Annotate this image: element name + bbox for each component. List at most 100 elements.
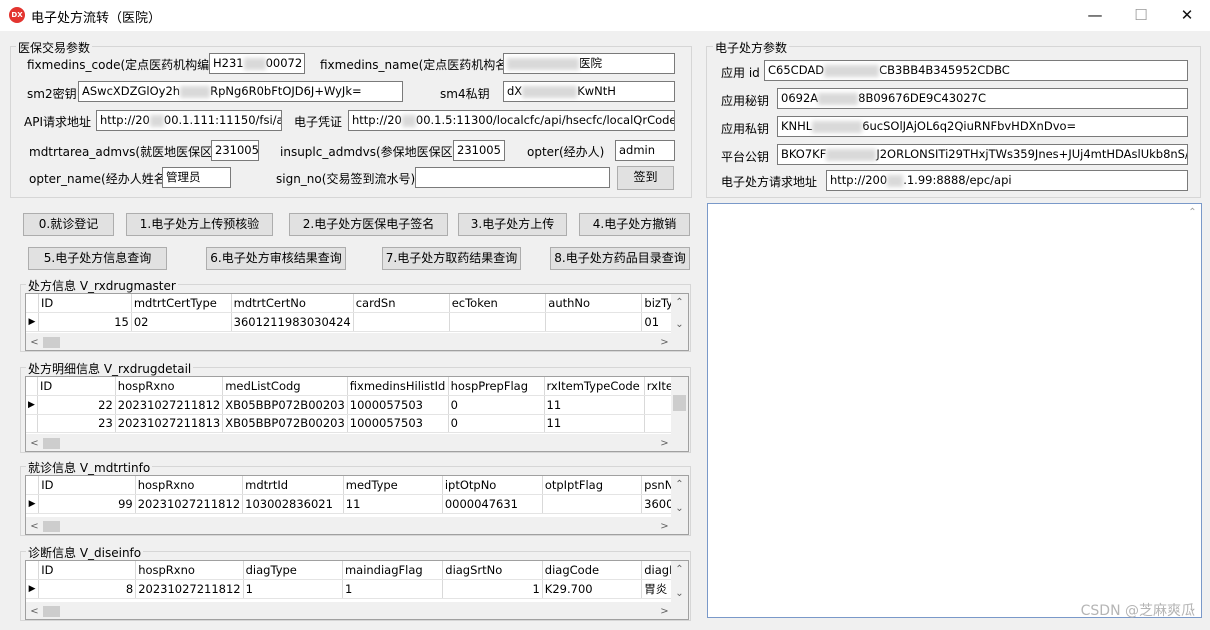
table-cell[interactable]: 1 xyxy=(342,579,444,599)
column-header[interactable]: ID xyxy=(38,476,136,495)
column-header[interactable]: ID xyxy=(38,561,137,580)
table-cell[interactable]: 3601211983030424 xyxy=(231,312,354,332)
table-cell[interactable] xyxy=(542,494,643,514)
table-cell[interactable]: 0 xyxy=(448,414,545,433)
column-header[interactable]: otpIptFlag xyxy=(542,476,643,495)
master-vscroll[interactable]: ⌃ ⌄ xyxy=(671,294,688,334)
opter-input[interactable]: admin xyxy=(615,140,675,161)
table-cell[interactable]: 15 xyxy=(38,312,132,332)
mdtrt-vscroll[interactable]: ⌃ ⌄ xyxy=(671,476,688,518)
scroll-right-icon[interactable]: > xyxy=(656,603,673,619)
api-url-input[interactable]: http://20 00.1.111:11150/fsi/api/ xyxy=(96,110,282,131)
table-cell[interactable]: 1000057503 xyxy=(347,395,449,415)
app-private-input[interactable]: KNHL 6ucSOlJAjOL6q2QiuRNFbvHDXnDvo= xyxy=(777,116,1188,137)
table-cell[interactable]: 1 xyxy=(243,579,343,599)
scroll-up-icon[interactable]: ⌃ xyxy=(671,561,688,578)
table-row[interactable]: ▶ 22 20231027211812 XB05BBP072B00203 1000057… xyxy=(26,395,688,415)
dise-grid[interactable]: ID hospRxno diagType maindiagFlag diagSrtNo d… xyxy=(25,560,689,620)
table-cell[interactable]: 1000057503 xyxy=(347,414,449,433)
credential-input[interactable]: http://20 00.1.5:11300/localcfc/api/hsecf… xyxy=(348,110,675,131)
row-selector-icon[interactable]: ▶ xyxy=(26,312,39,332)
maximize-icon[interactable]: ☐ xyxy=(1118,0,1164,31)
table-cell[interactable]: XB05BBP072B00203 xyxy=(222,414,348,433)
column-header[interactable]: medListCodg xyxy=(222,377,348,396)
erx-url-input[interactable]: http://200 .1.99:8888/epc/api xyxy=(826,170,1188,191)
table-cell[interactable]: 103002836021 xyxy=(242,494,344,514)
fixmedins-name-input[interactable]: 医院 xyxy=(503,53,675,74)
detail-hscroll-thumb[interactable] xyxy=(43,438,60,449)
scroll-left-icon[interactable]: < xyxy=(26,603,43,619)
column-header[interactable]: iptOtpNo xyxy=(442,476,543,495)
action-button-2[interactable]: 2.电子处方医保电子签名 xyxy=(289,213,448,236)
scroll-left-icon[interactable]: < xyxy=(26,518,43,534)
mdtrtarea-input[interactable]: 231005 xyxy=(211,140,259,161)
row-selector-icon[interactable]: ▶ xyxy=(26,395,38,415)
column-header[interactable]: mdtrtCertType xyxy=(131,294,232,313)
sm2-input[interactable]: ASwcXDZGlOy2h RpNg6R0bFtOJD6J+WyJk= xyxy=(78,81,403,102)
column-header[interactable]: authNo xyxy=(545,294,643,313)
column-header[interactable]: hospRxno xyxy=(135,476,244,495)
table-cell[interactable]: 20231027211812 xyxy=(135,579,244,599)
dise-hscroll[interactable]: < > xyxy=(26,602,688,619)
table-cell[interactable]: 8 xyxy=(38,579,137,599)
scroll-up-icon[interactable]: ⌃ xyxy=(671,476,688,493)
table-cell[interactable]: 1 xyxy=(442,579,543,599)
platform-pub-input[interactable]: BKO7KF J2ORLONSITi29THxjTWs359Jnes+JUj4mt… xyxy=(777,144,1188,165)
table-cell[interactable] xyxy=(353,312,450,332)
row-selector-icon[interactable] xyxy=(26,414,38,433)
table-cell[interactable]: 0 xyxy=(448,395,545,415)
action-button-4[interactable]: 4.电子处方撤销 xyxy=(579,213,690,236)
app-id-input[interactable]: C65CDAD CB3BB4B345952CDBC xyxy=(764,60,1188,81)
table-cell[interactable]: 20231027211812 xyxy=(115,395,224,415)
master-hscroll-thumb[interactable] xyxy=(43,337,60,348)
column-header[interactable]: cardSn xyxy=(353,294,450,313)
dise-hscroll-thumb[interactable] xyxy=(43,606,60,617)
table-cell[interactable]: 02 xyxy=(131,312,232,332)
action-button-6[interactable]: 6.电子处方审核结果查询 xyxy=(206,247,346,270)
table-cell[interactable] xyxy=(545,312,643,332)
scroll-right-icon[interactable]: > xyxy=(656,435,673,451)
column-header[interactable]: medType xyxy=(343,476,443,495)
scroll-down-icon[interactable]: ⌄ xyxy=(671,585,688,602)
column-header[interactable]: mdtrtId xyxy=(242,476,344,495)
table-cell[interactable]: XB05BBP072B00203 xyxy=(222,395,348,415)
table-row[interactable]: 23 20231027211813 XB05BBP072B00203 10000575… xyxy=(26,414,688,433)
log-output[interactable]: ⌃ ⌄ xyxy=(707,203,1202,618)
table-cell[interactable]: 20231027211812 xyxy=(135,494,244,514)
app-secret-input[interactable]: 0692A 8B09676DE9C43027C xyxy=(777,88,1188,109)
column-header[interactable]: diagType xyxy=(243,561,343,580)
action-button-8[interactable]: 8.电子处方药品目录查询 xyxy=(550,247,690,270)
master-grid[interactable]: ID mdtrtCertType mdtrtCertNo cardSn ecToken a… xyxy=(25,293,689,351)
column-header[interactable]: hospRxno xyxy=(135,561,244,580)
table-row[interactable]: ▶ 99 20231027211812 103002836021 11 000004763… xyxy=(26,494,688,514)
insuplc-input[interactable]: 231005 xyxy=(453,140,505,161)
dise-vscroll[interactable]: ⌃ ⌄ xyxy=(671,561,688,603)
detail-vscroll[interactable] xyxy=(671,377,688,435)
table-cell[interactable]: 0000047631 xyxy=(442,494,543,514)
opter-name-input[interactable]: 管理员 xyxy=(162,167,231,188)
table-cell[interactable]: 22 xyxy=(37,395,116,415)
log-vscroll[interactable]: ⌃ ⌄ xyxy=(1184,204,1201,617)
column-header[interactable]: rxItemTypeCode xyxy=(544,377,645,396)
row-selector-icon[interactable]: ▶ xyxy=(26,494,40,514)
scroll-left-icon[interactable]: < xyxy=(26,435,43,451)
scroll-down-icon[interactable]: ⌄ xyxy=(671,316,688,333)
table-cell[interactable]: 20231027211813 xyxy=(115,414,224,433)
row-selector-icon[interactable]: ▶ xyxy=(26,579,40,599)
sm4-input[interactable]: dX KwNtH xyxy=(503,81,675,102)
fixmedins-code-input[interactable]: H231 00072 xyxy=(209,53,305,74)
action-button-5[interactable]: 5.电子处方信息查询 xyxy=(28,247,167,270)
scroll-right-icon[interactable]: > xyxy=(656,518,673,534)
scroll-up-icon[interactable]: ⌃ xyxy=(1184,204,1201,221)
table-cell[interactable]: 23 xyxy=(37,414,116,433)
master-hscroll[interactable]: < > xyxy=(26,333,688,350)
detail-grid[interactable]: ID hospRxno medListCodg fixmedinsHilistId ho… xyxy=(25,376,689,452)
column-header[interactable]: diagSrtNo xyxy=(442,561,543,580)
table-cell[interactable] xyxy=(449,312,547,332)
sign-no-input[interactable] xyxy=(415,167,610,188)
column-header[interactable]: ID xyxy=(38,294,132,313)
scroll-up-icon[interactable]: ⌃ xyxy=(671,294,688,311)
table-cell[interactable]: 11 xyxy=(343,494,443,514)
column-header[interactable]: diagCode xyxy=(542,561,643,580)
column-header[interactable]: maindiagFlag xyxy=(342,561,444,580)
